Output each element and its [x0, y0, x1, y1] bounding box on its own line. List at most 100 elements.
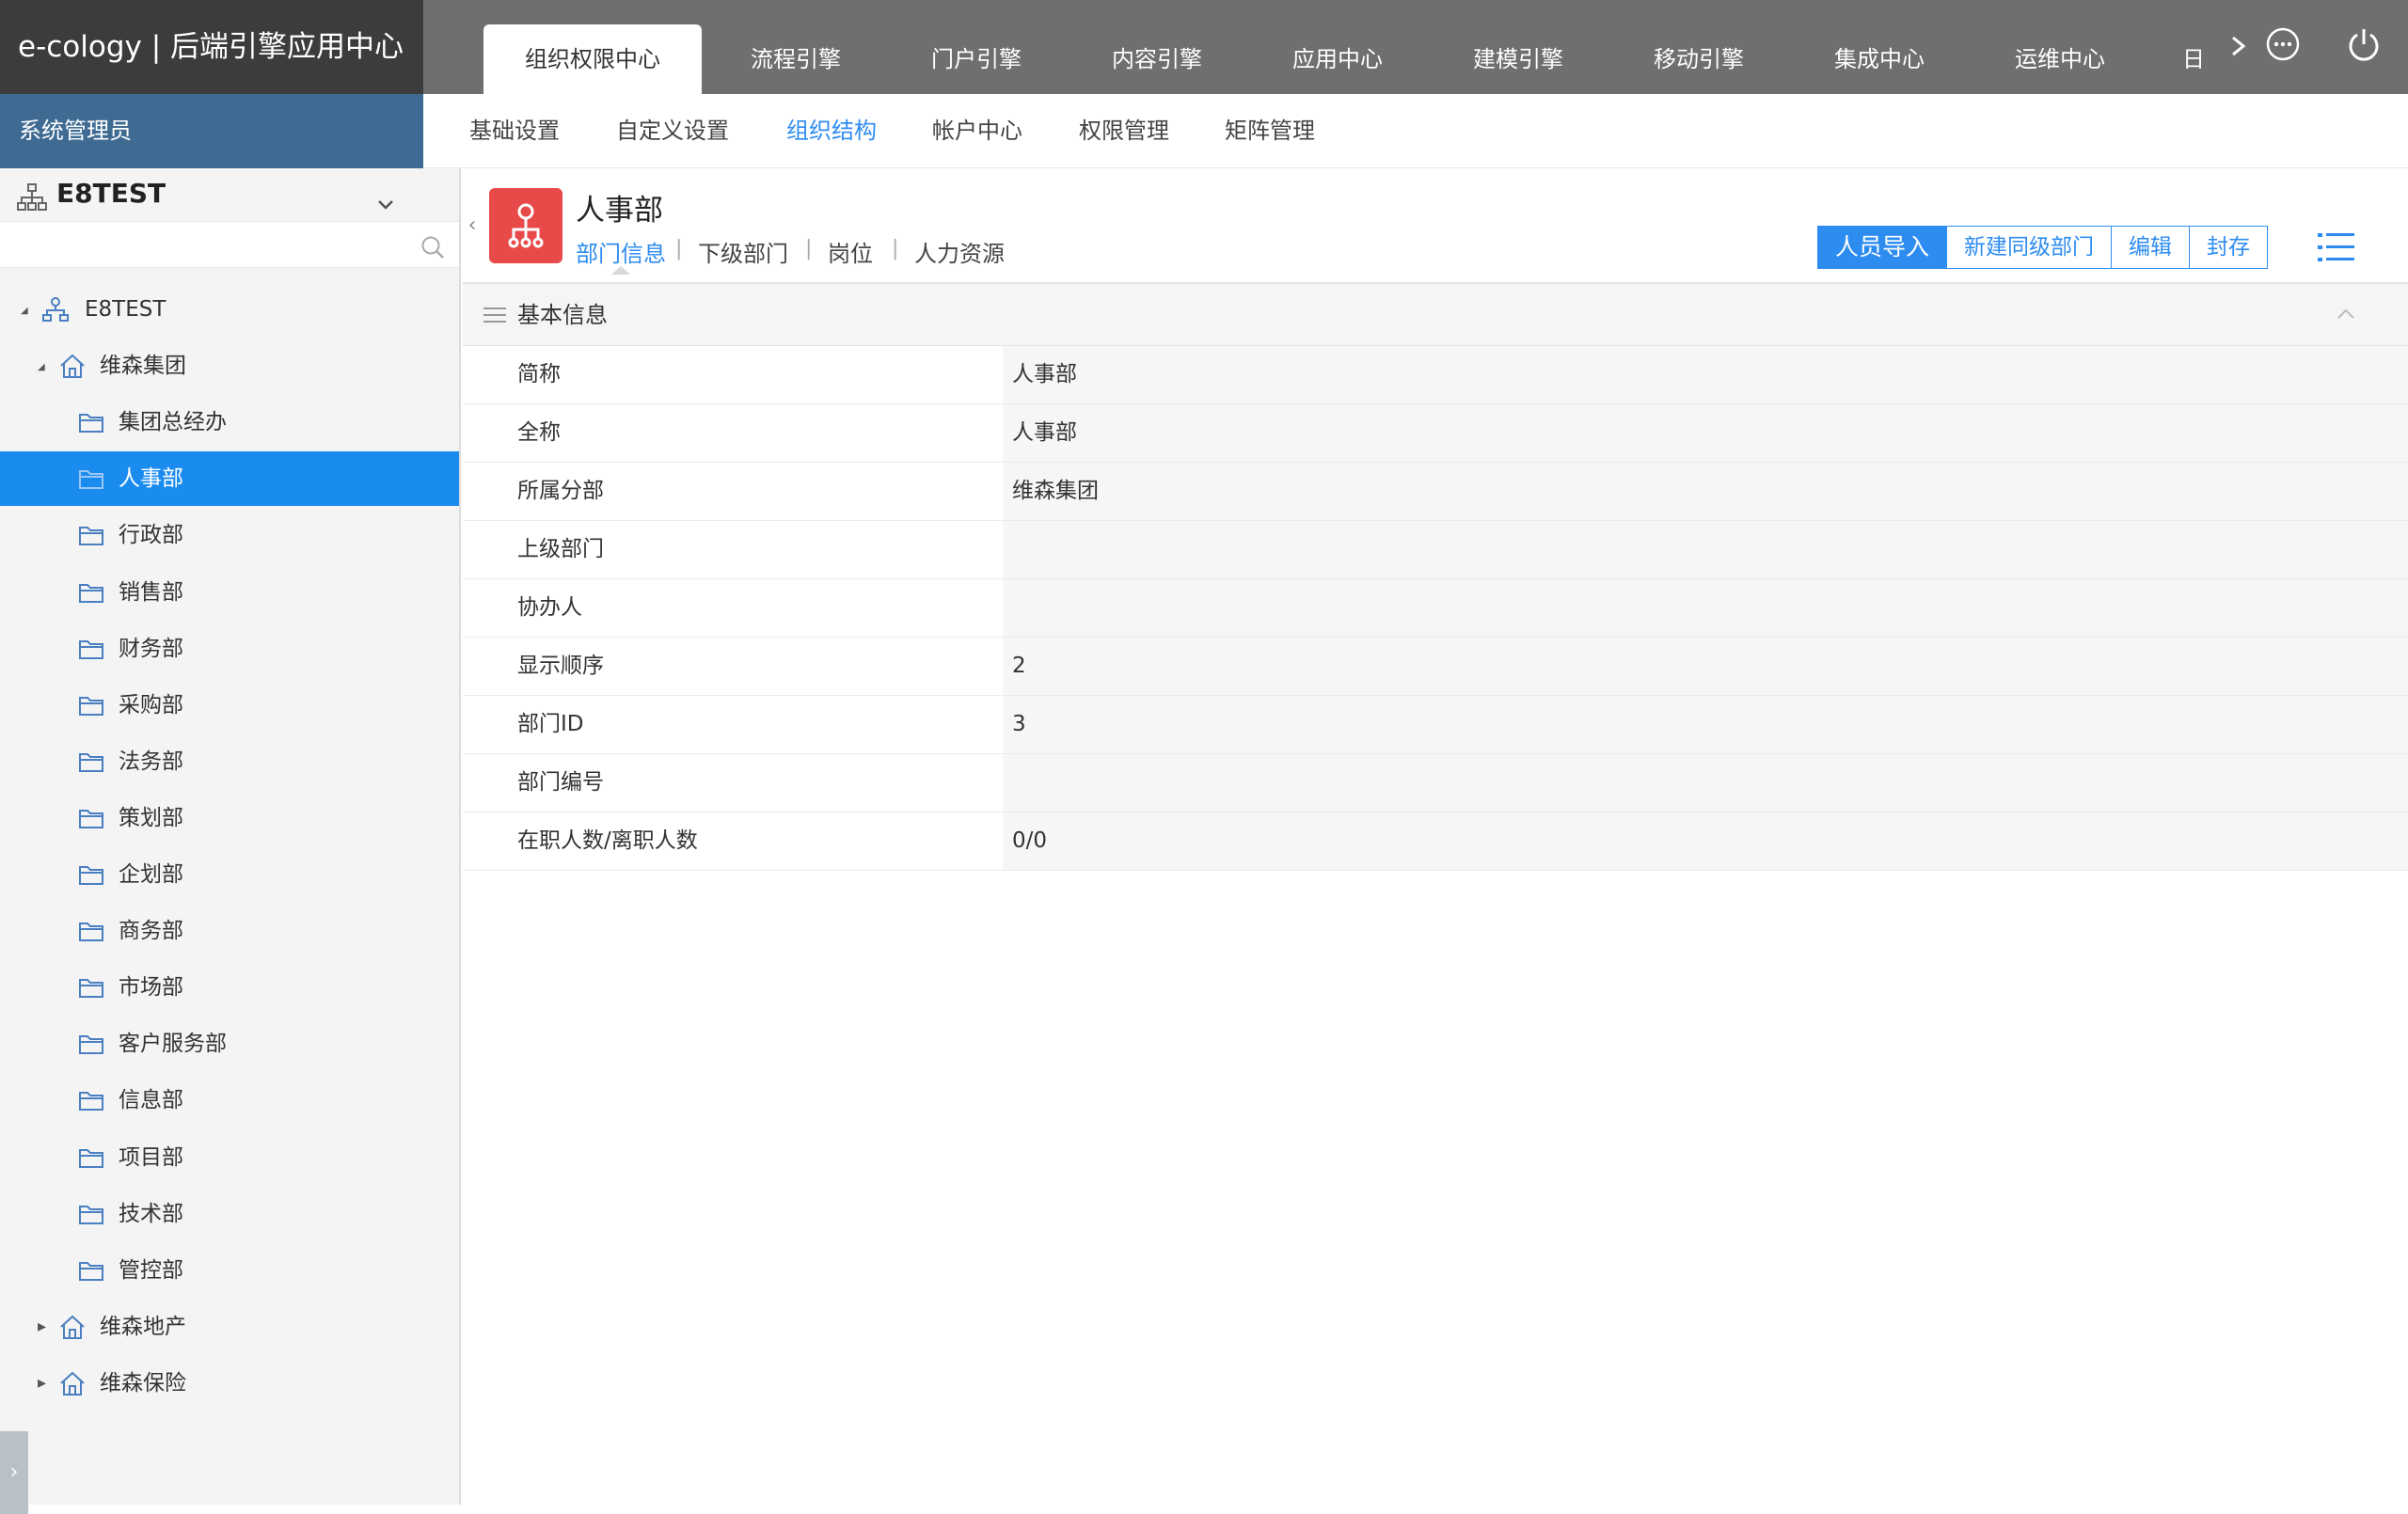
section-title: 基本信息	[517, 302, 608, 328]
info-label: 在职人数/离职人数	[463, 812, 1003, 870]
info-row: 在职人数/离职人数 0/0	[463, 812, 2408, 871]
edit-button[interactable]: 编辑	[2111, 226, 2191, 269]
search-icon[interactable]	[420, 234, 446, 260]
department-actions: 人员导入 新建同级部门 编辑 封存	[1817, 226, 2269, 269]
list-menu-icon[interactable]	[2318, 231, 2355, 263]
folder-icon	[79, 470, 103, 489]
sub-navigation: 基础设置 自定义设置 组织结构 帐户中心 权限管理 矩阵管理	[423, 94, 2408, 168]
info-value: 3	[1003, 696, 2408, 753]
new-sibling-department-button[interactable]: 新建同级部门	[1946, 226, 2113, 269]
tree-node-department[interactable]: 采购部	[0, 678, 459, 733]
folder-icon	[79, 810, 103, 828]
department-title: 人事部	[576, 194, 663, 228]
tab-separator: |	[805, 237, 813, 260]
tree-node-department[interactable]: 管控部	[0, 1243, 459, 1298]
department-avatar	[489, 188, 562, 263]
info-row: 协办人	[463, 579, 2408, 638]
info-label: 部门编号	[463, 754, 1003, 812]
app-title: e-cology | 后端引擎应用中心	[0, 0, 423, 94]
tab-separator: |	[675, 237, 683, 260]
info-label: 所属分部	[463, 463, 1003, 520]
folder-icon	[79, 1206, 103, 1224]
import-staff-button[interactable]: 人员导入	[1817, 226, 1948, 269]
tree-node-department[interactable]: 市场部	[0, 960, 459, 1015]
tree-node-department[interactable]: 技术部	[0, 1187, 459, 1241]
tree-node-label: 财务部	[119, 637, 183, 661]
company-selector[interactable]: E8TEST	[0, 168, 459, 221]
tree-node-department[interactable]: 法务部	[0, 734, 459, 789]
tree-node-subcompany[interactable]: ▸ 维森保险	[0, 1356, 459, 1411]
archive-button[interactable]: 封存	[2189, 226, 2269, 269]
tree-node-label: 市场部	[119, 975, 183, 1000]
current-user-role: 系统管理员	[0, 94, 423, 168]
folder-icon	[79, 527, 103, 545]
caret-collapsed-icon[interactable]: ▸	[38, 1356, 53, 1411]
tree-node-label: 维森保险	[100, 1371, 186, 1396]
section-list-icon	[483, 308, 506, 323]
basic-info-section-header: 基本信息	[463, 284, 2408, 346]
subtab-org-structure[interactable]: 组织结构	[786, 94, 877, 168]
subtab-permission-management[interactable]: 权限管理	[1079, 94, 1169, 168]
tree-node-department[interactable]: 商务部	[0, 904, 459, 958]
info-row: 所属分部 维森集团	[463, 463, 2408, 521]
tree-node-department[interactable]: 财务部	[0, 622, 459, 676]
folder-icon	[79, 1092, 103, 1111]
tree-node-department[interactable]: 信息部	[0, 1073, 459, 1128]
more-dots-icon[interactable]	[2264, 25, 2302, 63]
folder-icon	[79, 753, 103, 772]
tree-node-label: 维森集团	[100, 354, 186, 378]
tree-node-subcompany[interactable]: ▸ 维森地产	[0, 1300, 459, 1354]
tab-org-permission-center[interactable]: 组织权限中心	[483, 24, 702, 94]
tree-node-department[interactable]: 项目部	[0, 1130, 459, 1185]
subtab-account-center[interactable]: 帐户中心	[932, 94, 1022, 168]
home-icon	[60, 354, 85, 378]
tab-sub-departments[interactable]: 下级部门	[698, 235, 788, 268]
tree-node-label: 信息部	[119, 1088, 183, 1112]
power-icon[interactable]	[2345, 25, 2383, 63]
subtab-custom-settings[interactable]: 自定义设置	[616, 94, 729, 168]
caret-expanded-icon[interactable]: ◢	[21, 284, 36, 339]
tree-node-label: 技术部	[119, 1202, 183, 1226]
folder-icon	[79, 1149, 103, 1168]
tree-node-department[interactable]: 集团总经办	[0, 395, 459, 449]
tree-node-subcompany[interactable]: ◢ 维森集团	[0, 339, 459, 393]
info-value: 维森集团	[1003, 463, 2408, 520]
tree-node-department[interactable]: 销售部	[0, 565, 459, 620]
tree-search-input[interactable]	[0, 221, 459, 268]
tab-department-info[interactable]: 部门信息	[576, 235, 666, 268]
folder-icon	[79, 640, 103, 659]
tab-overflow[interactable]: 日	[2182, 24, 2220, 94]
info-row: 全称 人事部	[463, 404, 2408, 463]
tree-node-department[interactable]: 行政部	[0, 508, 459, 562]
tree-node-label: 商务部	[119, 919, 183, 943]
chevron-right-icon[interactable]	[2226, 32, 2251, 60]
folder-icon	[79, 1035, 103, 1054]
tree-node-label: 行政部	[119, 523, 183, 547]
folder-icon	[79, 414, 103, 433]
tree-node-department[interactable]: 策划部	[0, 791, 459, 845]
caret-collapsed-icon[interactable]: ▸	[38, 1300, 53, 1354]
sidebar-expand-toggle[interactable]: ›	[0, 1431, 28, 1514]
caret-expanded-icon[interactable]: ◢	[38, 340, 53, 395]
chevron-up-icon[interactable]	[2335, 305, 2357, 323]
tree-node-organization[interactable]: ◢ E8TEST	[0, 282, 459, 337]
subtab-matrix-management[interactable]: 矩阵管理	[1225, 94, 1315, 168]
info-value	[1003, 579, 2408, 637]
subtab-basic-settings[interactable]: 基础设置	[469, 94, 560, 168]
collapse-tree-button[interactable]: ‹	[463, 207, 482, 244]
info-label: 部门ID	[463, 696, 1003, 753]
tree-node-label: 客户服务部	[119, 1032, 227, 1056]
tab-ops-center[interactable]: 运维中心	[1953, 24, 2167, 94]
company-name: E8TEST	[56, 178, 166, 209]
tab-positions[interactable]: 岗位	[828, 235, 873, 268]
info-value: 0/0	[1003, 812, 2408, 870]
info-row: 部门编号	[463, 754, 2408, 812]
tree-node-department[interactable]: 企划部	[0, 847, 459, 902]
tab-human-resources[interactable]: 人力资源	[914, 235, 1005, 268]
tree-node-department[interactable]: 客户服务部	[0, 1017, 459, 1071]
department-detail-panel: ‹ 人事部 部门信息 | 下级部门 | 岗位 | 人力资源 人员导入 新建同级部…	[463, 169, 2408, 1505]
tree-node-department[interactable]: 人事部	[0, 451, 459, 506]
tree-node-label: 集团总经办	[119, 410, 227, 434]
chevron-down-icon[interactable]	[376, 198, 395, 212]
tree-node-label: 销售部	[119, 580, 183, 605]
